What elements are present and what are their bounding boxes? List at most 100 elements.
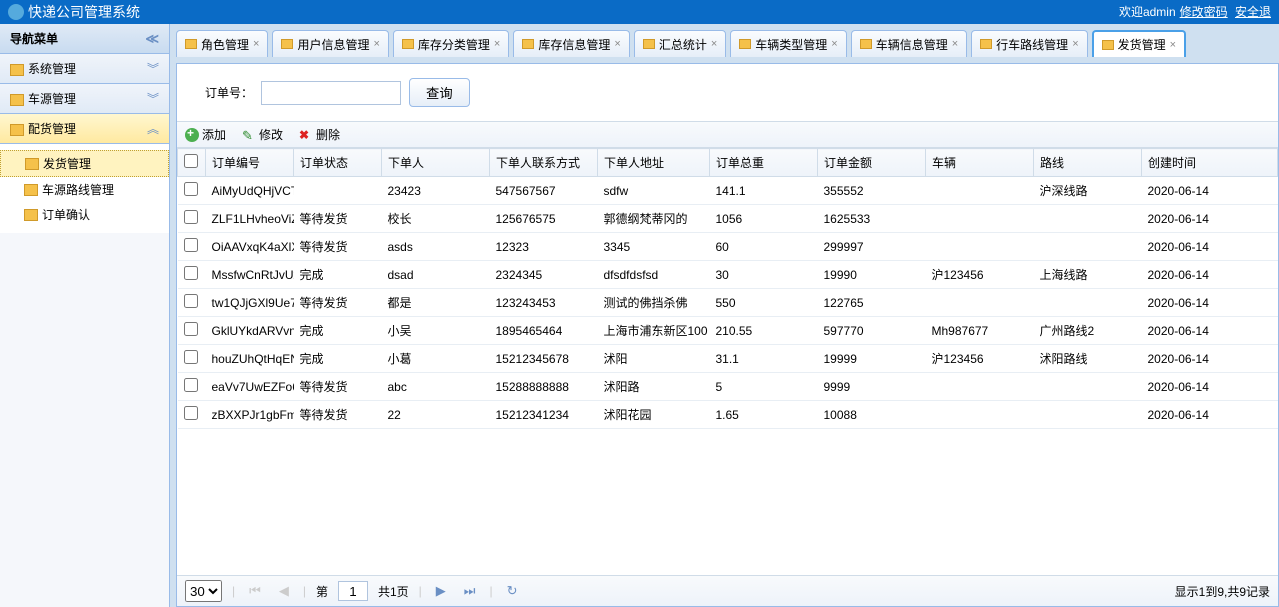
page-input[interactable] [338, 581, 368, 601]
row-checkbox[interactable] [184, 294, 198, 308]
prev-page-button[interactable]: ◀ [275, 583, 293, 599]
next-page-button[interactable]: ▶ [432, 583, 450, 599]
search-button[interactable]: 查询 [409, 78, 470, 107]
row-checkbox[interactable] [184, 350, 198, 364]
last-page-button[interactable]: ⏭ [460, 583, 480, 599]
tab[interactable]: 库存分类管理 × [393, 30, 509, 57]
sidebar-title: 导航菜单 [10, 30, 58, 47]
cell: 355552 [818, 177, 926, 205]
cell [926, 289, 1034, 317]
data-grid: 订单编号订单状态下单人下单人联系方式下单人地址订单总重订单金额车辆路线创建时间 … [177, 148, 1278, 575]
column-header[interactable]: 订单金额 [818, 149, 926, 177]
tab[interactable]: 车辆类型管理 × [730, 30, 846, 57]
table-row[interactable]: OiAAVxqK4aXlX等待发货asds1232333456029999720… [178, 233, 1278, 261]
cell: 2020-06-14 [1142, 261, 1278, 289]
select-all-checkbox[interactable] [184, 154, 198, 168]
accordion-group[interactable]: 配货管理︽ [0, 114, 169, 144]
cell: 2324345 [490, 261, 598, 289]
cell: 125676575 [490, 205, 598, 233]
row-checkbox[interactable] [184, 238, 198, 252]
submenu-item[interactable]: 发货管理 [0, 150, 169, 177]
close-tab-icon[interactable]: × [373, 38, 379, 50]
pager-info: 显示1到9,共9记录 [1175, 583, 1270, 600]
close-tab-icon[interactable]: × [1170, 39, 1176, 51]
cell: 15288888888 [490, 373, 598, 401]
accordion-group[interactable]: 车源管理︾ [0, 84, 169, 114]
folder-icon [980, 39, 992, 49]
column-header[interactable]: 路线 [1034, 149, 1142, 177]
cell: 小吴 [382, 317, 490, 345]
column-header[interactable]: 下单人 [382, 149, 490, 177]
cell: Mh987677 [926, 317, 1034, 345]
first-page-button[interactable]: ⏮ [245, 583, 265, 599]
close-tab-icon[interactable]: × [711, 38, 717, 50]
submenu-item[interactable]: 车源路线管理 [0, 177, 169, 202]
cell: 2020-06-14 [1142, 373, 1278, 401]
table-row[interactable]: MssfwCnRtJvUx完成dsad2324345dfsdfdsfsd3019… [178, 261, 1278, 289]
cell: 测试的佛挡杀佛 [598, 289, 710, 317]
tab[interactable]: 汇总统计 × [634, 30, 726, 57]
cell: 完成 [294, 345, 382, 373]
accordion-group[interactable]: 系统管理︾ [0, 54, 169, 84]
table-row[interactable]: ZLF1LHvheoViZ等待发货校长125676575郭德纲梵蒂冈的10561… [178, 205, 1278, 233]
order-id-input[interactable] [261, 81, 401, 105]
chevron-down-icon: ︾ [147, 60, 159, 77]
tab[interactable]: 行车路线管理 × [971, 30, 1087, 57]
folder-icon [739, 39, 751, 49]
cell: 沭阳 [598, 345, 710, 373]
cell: eaVv7UwEZFo6 [206, 373, 294, 401]
submenu-item[interactable]: 订单确认 [0, 202, 169, 227]
tab[interactable]: 库存信息管理 × [513, 30, 629, 57]
pager: 30 | ⏮ ◀ | 第 共1页 | ▶ ⏭ | ↻ 显示1到9,共9记录 [177, 575, 1278, 606]
row-checkbox[interactable] [184, 406, 198, 420]
row-checkbox[interactable] [184, 210, 198, 224]
tab[interactable]: 发货管理 × [1092, 30, 1186, 57]
close-tab-icon[interactable]: × [253, 38, 259, 50]
close-tab-icon[interactable]: × [831, 38, 837, 50]
cell: 1056 [710, 205, 818, 233]
cell: 2020-06-14 [1142, 233, 1278, 261]
tab[interactable]: 角色管理 × [176, 30, 268, 57]
close-tab-icon[interactable]: × [494, 38, 500, 50]
close-tab-icon[interactable]: × [1072, 38, 1078, 50]
change-password-link[interactable]: 修改密码 [1180, 5, 1228, 19]
column-header[interactable]: 订单总重 [710, 149, 818, 177]
row-checkbox[interactable] [184, 182, 198, 196]
app-title: 快递公司管理系统 [8, 0, 140, 24]
table-row[interactable]: AiMyUdQHjVCT23423547567567sdfw141.135555… [178, 177, 1278, 205]
cell: sdfw [598, 177, 710, 205]
row-checkbox[interactable] [184, 322, 198, 336]
column-header[interactable]: 创建时间 [1142, 149, 1278, 177]
toolbar: 添加 修改 删除 [177, 121, 1278, 148]
collapse-sidebar-icon[interactable]: ≪ [145, 31, 159, 47]
edit-button[interactable]: 修改 [242, 126, 283, 143]
cell [926, 233, 1034, 261]
table-row[interactable]: houZUhQtHqEN完成小葛15212345678沭阳31.119999沪1… [178, 345, 1278, 373]
tab[interactable]: 车辆信息管理 × [851, 30, 967, 57]
cell: 上海线路 [1034, 261, 1142, 289]
delete-button[interactable]: 删除 [299, 126, 340, 143]
cell: 小葛 [382, 345, 490, 373]
cell: MssfwCnRtJvUx [206, 261, 294, 289]
refresh-button[interactable]: ↻ [503, 583, 522, 599]
add-button[interactable]: 添加 [185, 126, 226, 143]
logout-link[interactable]: 安全退 [1235, 5, 1271, 19]
row-checkbox[interactable] [184, 378, 198, 392]
column-header[interactable]: 车辆 [926, 149, 1034, 177]
page-size-select[interactable]: 30 [185, 580, 222, 602]
table-row[interactable]: GklUYkdARVvn1完成小吴1895465464上海市浦东新区100210… [178, 317, 1278, 345]
close-tab-icon[interactable]: × [952, 38, 958, 50]
column-header[interactable]: 下单人联系方式 [490, 149, 598, 177]
cell [1034, 233, 1142, 261]
close-tab-icon[interactable]: × [614, 38, 620, 50]
column-header[interactable]: 订单状态 [294, 149, 382, 177]
cell [1034, 205, 1142, 233]
table-row[interactable]: zBXXPJr1gbFm8等待发货2215212341234沭阳花园1.6510… [178, 401, 1278, 429]
table-row[interactable]: tw1QJjGXl9Ue7等待发货都是123243453测试的佛挡杀佛55012… [178, 289, 1278, 317]
column-header[interactable]: 订单编号 [206, 149, 294, 177]
tab[interactable]: 用户信息管理 × [272, 30, 388, 57]
table-row[interactable]: eaVv7UwEZFo6等待发货abc15288888888沭阳路5999920… [178, 373, 1278, 401]
row-checkbox[interactable] [184, 266, 198, 280]
column-header[interactable]: 下单人地址 [598, 149, 710, 177]
delete-icon [299, 128, 313, 142]
